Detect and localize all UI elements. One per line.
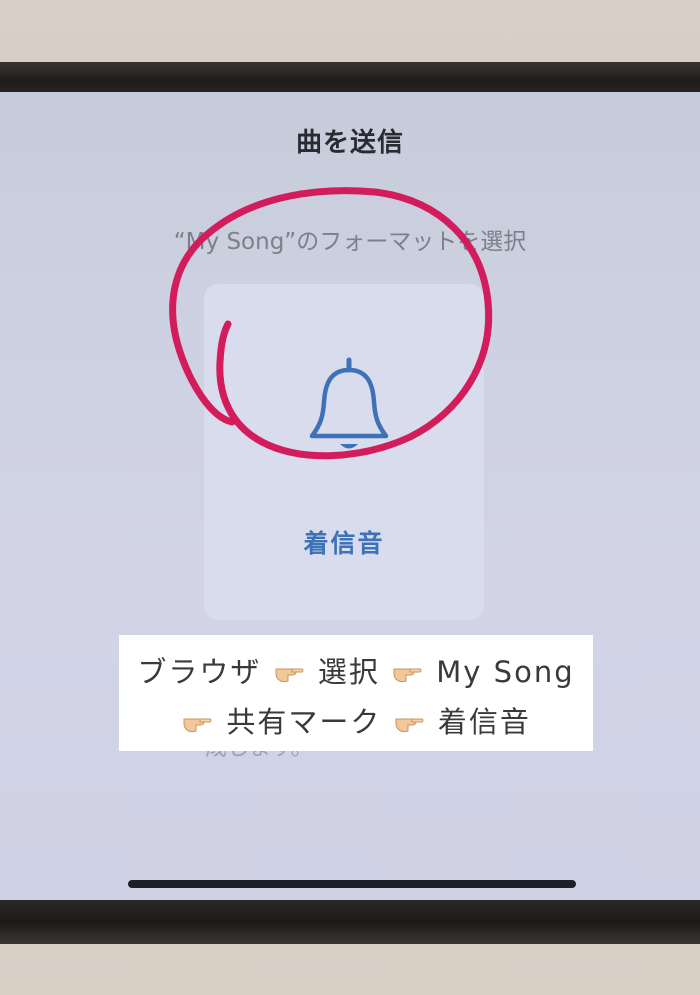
pointing-hand-icon [275, 668, 304, 683]
caption-box: ブラウザ 選択 My Song 共有マーク 着信音 [119, 635, 593, 751]
pointing-hand-icon [393, 668, 422, 683]
caption-step-select: 選択 [317, 655, 380, 689]
phone-screen: 曲を送信 “My Song”のフォーマットを選択 着信音 成します。 ブラウザ … [0, 92, 700, 904]
caption-step-share: 共有マーク [226, 705, 382, 739]
caption-step-my-song: My Song [436, 655, 575, 689]
ringtone-option[interactable]: 着信音 [204, 284, 484, 620]
caption-line-2: 共有マーク 着信音 [119, 699, 593, 741]
sheet-title: 曲を送信 [295, 128, 404, 158]
pointing-hand-icon [183, 718, 212, 733]
bell-icon [309, 357, 389, 449]
caption-step-browser: ブラウザ [137, 655, 262, 689]
caption-line-1: ブラウザ 選択 My Song [119, 649, 593, 691]
pointing-hand-icon [395, 718, 424, 733]
home-indicator[interactable] [128, 880, 576, 888]
phone-bezel-bottom [0, 900, 700, 944]
caption-step-ringtone: 着信音 [437, 705, 531, 739]
ringtone-label: 着信音 [303, 529, 385, 558]
phone-bezel-top [0, 62, 700, 96]
format-prompt: “My Song”のフォーマットを選択 [173, 229, 527, 255]
